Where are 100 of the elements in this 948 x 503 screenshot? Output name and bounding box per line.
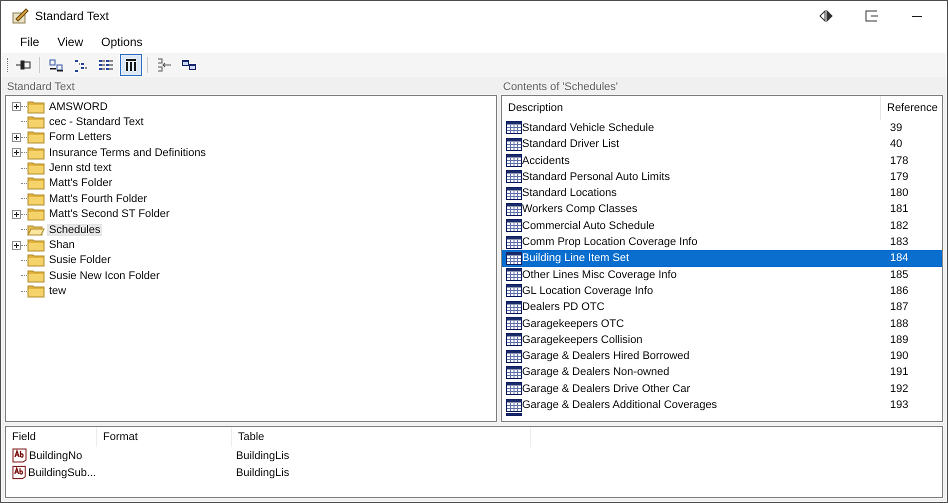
list-cell-text: 182 bbox=[889, 220, 910, 232]
table-name: BuildingLis bbox=[235, 450, 290, 462]
list-row[interactable]: Garage & Dealers Hired Borrowed 190 bbox=[502, 348, 942, 364]
table-icon bbox=[506, 186, 522, 200]
column-header[interactable]: Field bbox=[6, 427, 97, 448]
tree-item[interactable]: cec - Standard Text bbox=[47, 116, 146, 128]
column-header[interactable]: Table bbox=[232, 427, 531, 448]
list-row[interactable]: Other Lines Misc Coverage Info 185 bbox=[502, 266, 942, 283]
list-row[interactable]: Standard Locations 180 bbox=[502, 185, 942, 202]
expand-icon[interactable] bbox=[12, 148, 21, 158]
list-row[interactable]: Garage & Dealers Additional Coverages 193 bbox=[502, 396, 942, 414]
menu-item[interactable]: File bbox=[11, 34, 48, 49]
field-name: BuildingNo bbox=[29, 450, 82, 462]
list-cell-text: GL Location Coverage Info bbox=[522, 284, 654, 297]
pane-title: Contents of 'Schedules' bbox=[502, 80, 619, 95]
tree-item[interactable]: Matt's Fourth Folder bbox=[47, 192, 150, 205]
list-cell-text: Garage & Dealers Additional Coverages bbox=[522, 399, 718, 412]
list-cell-text: Standard Locations bbox=[522, 187, 618, 200]
tree-item[interactable]: Matt's Folder bbox=[47, 177, 114, 190]
list-cell-text: Garagekeepers Collision bbox=[522, 334, 644, 346]
list-row[interactable]: Commercial Auto Schedule 182 bbox=[502, 218, 942, 234]
table-icon bbox=[506, 300, 522, 314]
tree-item[interactable]: Susie New Icon Folder bbox=[47, 270, 162, 282]
folder-icon bbox=[27, 176, 45, 190]
field-name: BuildingSub... bbox=[28, 466, 96, 479]
table-name: BuildingLis bbox=[235, 466, 290, 479]
column-header[interactable]: Reference bbox=[881, 96, 942, 120]
list-cell-text: Garage & Dealers Non-owned bbox=[522, 366, 670, 378]
tree-item[interactable]: tew bbox=[47, 285, 68, 298]
tree-item[interactable]: Schedules bbox=[47, 224, 102, 236]
menu-item[interactable]: Options bbox=[92, 34, 152, 49]
list-row[interactable]: Workers Comp Classes 181 bbox=[502, 201, 942, 218]
text-field-icon bbox=[12, 448, 28, 464]
text-field-icon bbox=[12, 465, 28, 480]
folder-icon bbox=[27, 161, 45, 176]
tree-item[interactable]: Insurance Terms and Definitions bbox=[47, 146, 208, 159]
table-icon bbox=[506, 170, 522, 184]
table-icon bbox=[506, 219, 522, 232]
folder-icon bbox=[27, 114, 45, 129]
list-row[interactable]: Accidents 178 bbox=[502, 152, 942, 169]
list-row[interactable]: Standard Vehicle Schedule 39 bbox=[502, 120, 942, 136]
table-icon bbox=[506, 202, 522, 216]
list-row[interactable]: Comm Prop Location Coverage Info 183 bbox=[502, 234, 942, 250]
list-row[interactable]: Garage & Dealers Drive Other Car 192 bbox=[502, 380, 942, 397]
expand-icon[interactable] bbox=[12, 210, 21, 219]
folder-icon bbox=[27, 268, 45, 283]
table-icon bbox=[506, 284, 522, 298]
list-cell-text: Standard Personal Auto Limits bbox=[522, 170, 671, 183]
column-header[interactable]: Description bbox=[502, 96, 881, 120]
table-icon bbox=[506, 366, 522, 379]
list-cell-text: 39 bbox=[889, 122, 904, 134]
list-cell-text: 181 bbox=[889, 203, 910, 216]
tree-item[interactable]: Form Letters bbox=[47, 131, 114, 144]
list-cell-text: 189 bbox=[889, 334, 910, 346]
list-cell-text: 190 bbox=[889, 350, 910, 362]
list-cell-text: Building Line Item Set bbox=[522, 252, 630, 264]
folder-icon bbox=[27, 146, 45, 160]
list-row[interactable]: Garagekeepers OTC 188 bbox=[502, 315, 942, 332]
list-row[interactable]: Garage & Dealers Non-owned 191 bbox=[502, 364, 942, 381]
list-row[interactable]: Standard Driver List 40 bbox=[502, 136, 942, 152]
folder-icon bbox=[27, 253, 45, 268]
tree-item[interactable]: Susie Folder bbox=[47, 254, 113, 266]
list-row[interactable]: Dealers PD OTC 187 bbox=[502, 299, 942, 316]
list-row[interactable]: Standard Personal Auto Limits 179 bbox=[502, 168, 942, 186]
list-cell-text: Comm Prop Location Coverage Info bbox=[522, 236, 698, 248]
folder-icon bbox=[27, 207, 45, 222]
table-icon bbox=[506, 382, 522, 396]
expand-icon[interactable] bbox=[12, 132, 21, 142]
text-icon bbox=[48, 56, 64, 73]
list-cell-text: Commercial Auto Schedule bbox=[522, 220, 656, 232]
list-cell-text: 184 bbox=[889, 252, 910, 264]
tree-item[interactable]: Shan bbox=[47, 239, 77, 252]
restore-icon[interactable] bbox=[819, 10, 833, 22]
menu-item[interactable]: View bbox=[48, 34, 92, 49]
list-row[interactable]: GL Location Coverage Info 186 bbox=[502, 282, 942, 300]
list-cell-text: Workers Comp Classes bbox=[522, 203, 638, 216]
list-cell-text: 183 bbox=[889, 236, 910, 248]
details-button[interactable] bbox=[120, 54, 142, 76]
expand-icon[interactable] bbox=[12, 240, 21, 250]
list-row[interactable]: Garagekeepers Collision 189 bbox=[502, 332, 942, 348]
expand-icon[interactable] bbox=[12, 102, 21, 112]
list-cell-text: 40 bbox=[889, 138, 904, 150]
table-icon bbox=[506, 317, 522, 330]
list-row[interactable]: Building Line Item Set 184 bbox=[502, 250, 942, 267]
table-icon bbox=[506, 350, 522, 363]
tree-item[interactable]: AMSWORD bbox=[47, 100, 110, 113]
open-folder-icon bbox=[27, 222, 45, 237]
table-icon bbox=[506, 121, 522, 134]
column-header[interactable]: Format bbox=[97, 427, 232, 448]
list-cell-text: Standard Driver List bbox=[522, 138, 620, 150]
table-icon bbox=[506, 154, 522, 168]
tree-item[interactable]: Jenn std text bbox=[47, 162, 114, 174]
table-icon bbox=[506, 236, 522, 249]
folder-icon bbox=[27, 284, 45, 298]
dock-icon[interactable] bbox=[865, 10, 879, 22]
tree-item[interactable]: Matt's Second ST Folder bbox=[47, 208, 172, 220]
list-cell-text: 185 bbox=[889, 268, 910, 281]
list-cell-text: 192 bbox=[889, 382, 910, 395]
folder-icon bbox=[27, 130, 45, 144]
window-title: Standard Text bbox=[35, 8, 109, 23]
